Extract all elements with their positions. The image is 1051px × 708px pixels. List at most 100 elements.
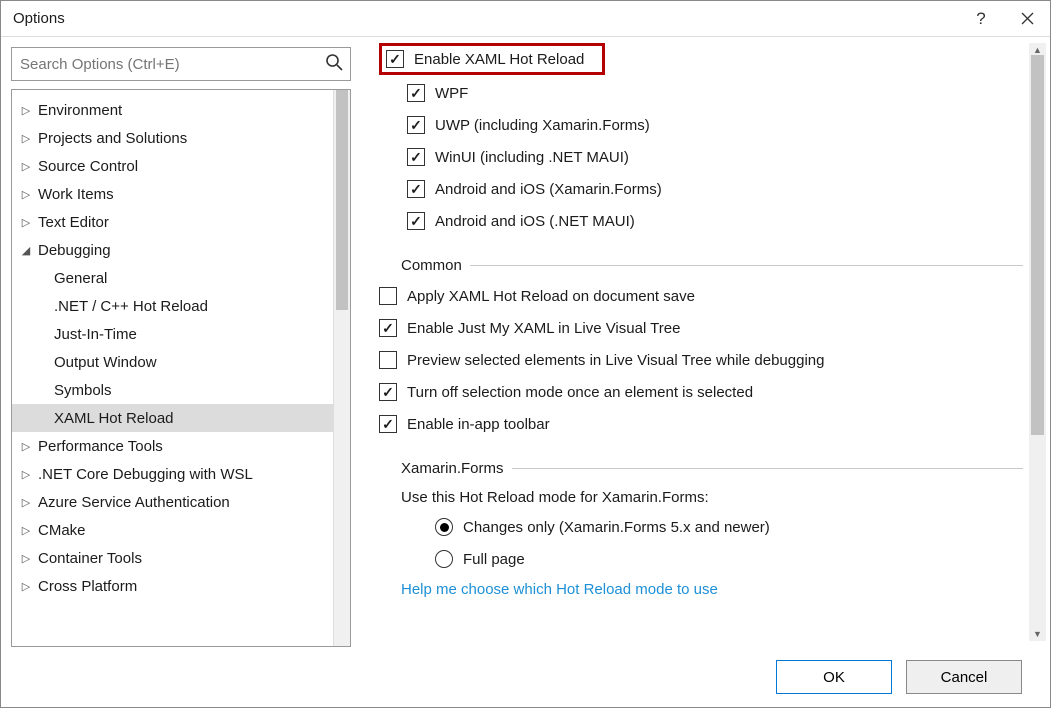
radio-row: Changes only (Xamarin.Forms 5.x and newe… (379, 511, 1023, 543)
chevron-right-icon[interactable]: ▷ (18, 104, 34, 117)
tree-item[interactable]: ▷CMake (12, 516, 333, 544)
checkbox-enable-xaml-hot-reload[interactable] (386, 50, 404, 68)
tree-item-label: Work Items (34, 186, 114, 203)
tree-item[interactable]: ◢Debugging (12, 236, 333, 264)
checkbox-row: WinUI (including .NET MAUI) (379, 141, 1023, 173)
checkbox-row: Preview selected elements in Live Visual… (379, 344, 1023, 376)
tree-item-label: Source Control (34, 158, 138, 175)
ok-button[interactable]: OK (776, 660, 892, 694)
checkbox-row: Turn off selection mode once an element … (379, 376, 1023, 408)
radio-label: Full page (463, 551, 525, 568)
tree-item-label: Symbols (50, 382, 112, 399)
chevron-right-icon[interactable]: ▷ (18, 496, 34, 509)
chevron-right-icon[interactable]: ▷ (18, 524, 34, 537)
scroll-down-icon[interactable]: ▼ (1029, 627, 1046, 641)
chevron-right-icon[interactable]: ▷ (18, 132, 34, 145)
tree-item[interactable]: ▷Source Control (12, 152, 333, 180)
checkbox[interactable] (379, 319, 397, 337)
tree-item-label: .NET / C++ Hot Reload (50, 298, 208, 315)
checkbox-label: Apply XAML Hot Reload on document save (407, 288, 695, 305)
section-label: Common (401, 257, 462, 274)
checkbox[interactable] (379, 287, 397, 305)
help-icon[interactable]: ? (958, 1, 1004, 37)
tree-item-label: Text Editor (34, 214, 109, 231)
tree-item[interactable]: ▷Cross Platform (12, 572, 333, 600)
tree-item-label: .NET Core Debugging with WSL (34, 466, 253, 483)
main-scrollbar[interactable]: ▲ ▼ (1029, 43, 1046, 641)
checkbox-label: Preview selected elements in Live Visual… (407, 352, 824, 369)
tree-item-label: Container Tools (34, 550, 142, 567)
tree-item[interactable]: ▷Work Items (12, 180, 333, 208)
highlight-enable-xaml: Enable XAML Hot Reload (379, 43, 605, 75)
checkbox-label: Enable in-app toolbar (407, 416, 550, 433)
tree-item[interactable]: ▷Environment (12, 96, 333, 124)
tree-scroll-thumb[interactable] (336, 90, 348, 310)
checkbox-label: Turn off selection mode once an element … (407, 384, 753, 401)
tree-item-label: Output Window (50, 354, 157, 371)
chevron-right-icon[interactable]: ▷ (18, 440, 34, 453)
options-tree[interactable]: ▷Environment▷Projects and Solutions▷Sour… (12, 90, 333, 646)
radio[interactable] (435, 518, 453, 536)
section-xamarin: Xamarin.Forms (379, 460, 1023, 477)
checkbox-label: Enable XAML Hot Reload (414, 51, 584, 68)
chevron-right-icon[interactable]: ▷ (18, 160, 34, 173)
tree-item[interactable]: General (12, 264, 333, 292)
tree-item-label: Projects and Solutions (34, 130, 187, 147)
dialog-footer: OK Cancel (1, 647, 1050, 707)
tree-item[interactable]: ▷Projects and Solutions (12, 124, 333, 152)
section-label: Xamarin.Forms (401, 460, 504, 477)
sidebar: ▷Environment▷Projects and Solutions▷Sour… (1, 37, 361, 647)
checkbox[interactable] (407, 212, 425, 230)
main-scroll-thumb[interactable] (1031, 55, 1044, 435)
checkbox[interactable] (407, 116, 425, 134)
tree-item[interactable]: Output Window (12, 348, 333, 376)
checkbox-row: UWP (including Xamarin.Forms) (379, 109, 1023, 141)
window-title: Options (13, 10, 958, 27)
search-input[interactable] (11, 47, 351, 81)
checkbox-label: WinUI (including .NET MAUI) (435, 149, 629, 166)
tree-item[interactable]: XAML Hot Reload (12, 404, 333, 432)
tree-item[interactable]: ▷Text Editor (12, 208, 333, 236)
checkbox[interactable] (379, 351, 397, 369)
settings-panel: Enable XAML Hot Reload WPF UWP (including… (379, 43, 1029, 641)
tree-item-label: General (50, 270, 107, 287)
tree-item[interactable]: Symbols (12, 376, 333, 404)
chevron-right-icon[interactable]: ▷ (18, 188, 34, 201)
checkbox-label: Android and iOS (Xamarin.Forms) (435, 181, 662, 198)
tree-item[interactable]: Just-In-Time (12, 320, 333, 348)
tree-item[interactable]: ▷.NET Core Debugging with WSL (12, 460, 333, 488)
chevron-right-icon[interactable]: ▷ (18, 468, 34, 481)
checkbox-label: Android and iOS (.NET MAUI) (435, 213, 635, 230)
tree-item-label: Cross Platform (34, 578, 137, 595)
tree-item[interactable]: ▷Performance Tools (12, 432, 333, 460)
chevron-right-icon[interactable]: ▷ (18, 580, 34, 593)
checkbox-row: Enable Just My XAML in Live Visual Tree (379, 312, 1023, 344)
xamarin-prompt: Use this Hot Reload mode for Xamarin.For… (379, 483, 1023, 511)
checkbox[interactable] (407, 148, 425, 166)
tree-item-label: Debugging (34, 242, 111, 259)
chevron-right-icon[interactable]: ▷ (18, 552, 34, 565)
checkbox[interactable] (407, 84, 425, 102)
tree-item-label: CMake (34, 522, 86, 539)
titlebar: Options ? (1, 1, 1050, 37)
close-icon[interactable] (1004, 1, 1050, 37)
chevron-down-icon[interactable]: ◢ (18, 244, 34, 257)
tree-item[interactable]: ▷Container Tools (12, 544, 333, 572)
help-link[interactable]: Help me choose which Hot Reload mode to … (379, 575, 1023, 603)
checkbox-row: WPF (379, 77, 1023, 109)
tree-item-label: Azure Service Authentication (34, 494, 230, 511)
checkbox[interactable] (379, 383, 397, 401)
radio-label: Changes only (Xamarin.Forms 5.x and newe… (463, 519, 770, 536)
checkbox[interactable] (379, 415, 397, 433)
checkbox-label: Enable Just My XAML in Live Visual Tree (407, 320, 680, 337)
checkbox-row: Enable in-app toolbar (379, 408, 1023, 440)
tree-scrollbar[interactable] (333, 90, 350, 646)
radio[interactable] (435, 550, 453, 568)
search-icon[interactable] (325, 53, 343, 75)
tree-item[interactable]: ▷Azure Service Authentication (12, 488, 333, 516)
checkbox-label: WPF (435, 85, 468, 102)
cancel-button[interactable]: Cancel (906, 660, 1022, 694)
tree-item[interactable]: .NET / C++ Hot Reload (12, 292, 333, 320)
checkbox[interactable] (407, 180, 425, 198)
chevron-right-icon[interactable]: ▷ (18, 216, 34, 229)
